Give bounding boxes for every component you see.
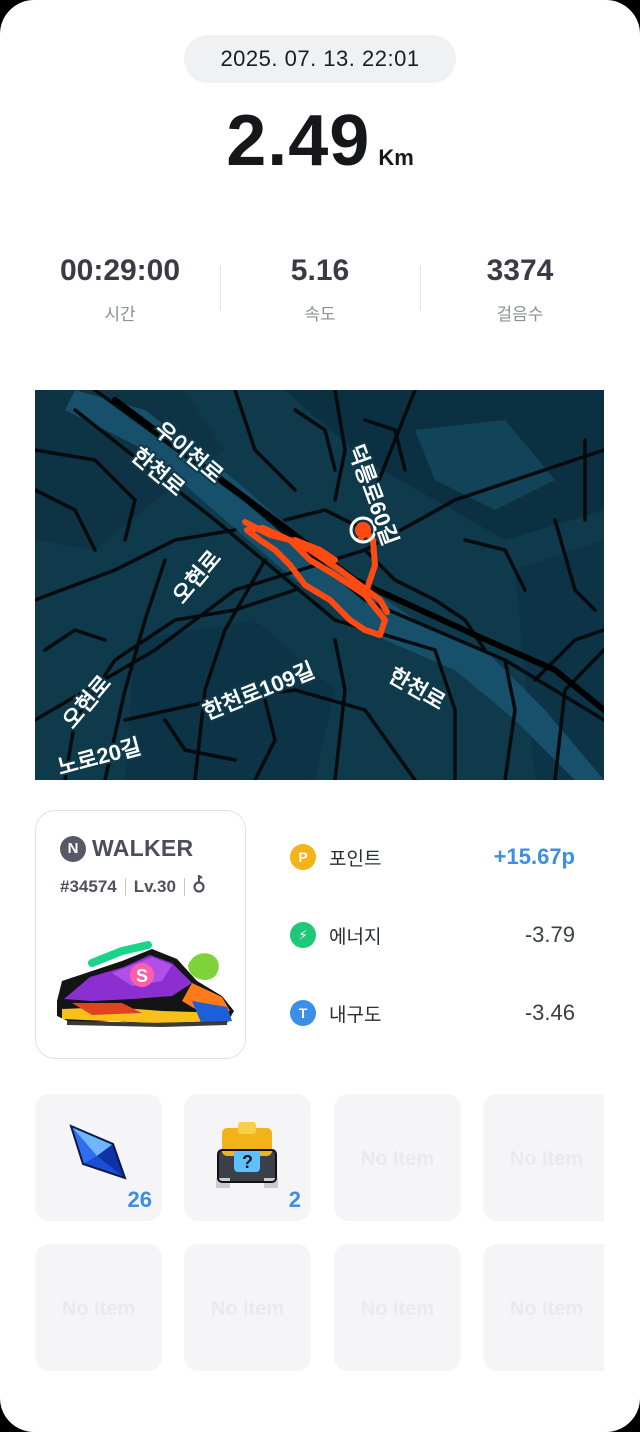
brand-name: WALKER — [92, 835, 194, 861]
shoe-meta: #34574 Lv.30 — [60, 873, 205, 898]
reward-energy: ⚡ 에너지 -3.79 — [290, 915, 580, 955]
route-map-canvas: 우이천로 한천로 오현로 덕릉로60길 한천로109길 한천로 오현로 노로20… — [35, 390, 604, 780]
stat-time-value: 00:29:00 — [59, 254, 181, 287]
stat-steps-value: 3374 — [486, 254, 554, 287]
stats-row: 00:29:00 시간 5.16 속도 3374 걸음수 — [20, 254, 620, 334]
item-slot-empty: No Item — [483, 1094, 604, 1221]
meta-divider — [124, 877, 126, 896]
reward-points-label: 포인트 — [329, 848, 382, 870]
meta-divider — [183, 877, 185, 896]
reward-durability: T 내구도 -3.46 — [290, 993, 580, 1033]
reward-durability-value: -3.46 — [524, 1000, 575, 1025]
empty-slot-label: No Item — [509, 1148, 584, 1170]
empty-slot-label: No Item — [360, 1298, 435, 1320]
distance-display: 2.49 Km — [0, 100, 640, 182]
item-slot[interactable]: 26 — [35, 1094, 162, 1221]
empty-slot-label: No Item — [210, 1298, 285, 1320]
empty-slot-label: No Item — [360, 1148, 435, 1170]
shoe-card[interactable]: N WALKER #34574 Lv.30 S — [35, 810, 246, 1059]
sneaker-image: S — [52, 941, 237, 1036]
durability-icon: T — [290, 1000, 316, 1026]
item-count: 26 — [127, 1187, 152, 1212]
shoe-id: #34574 — [60, 876, 117, 896]
stat-divider — [220, 266, 221, 310]
shoe-level: Lv.30 — [133, 876, 176, 896]
empty-slot-label: No Item — [61, 1298, 136, 1320]
item-count: 2 — [288, 1187, 301, 1212]
brand-badge: N — [60, 835, 86, 862]
distance-unit: Km — [378, 145, 414, 170]
gender-icon — [193, 873, 205, 898]
item-slot-empty: No Item — [483, 1244, 604, 1371]
stat-speed-label: 속도 — [304, 305, 336, 324]
datetime-badge: 2025. 07. 13. 22:01 — [184, 35, 456, 83]
workout-summary-sheet: 2025. 07. 13. 22:01 2.49 Km 00:29:00 시간 … — [0, 0, 640, 1432]
stat-speed: 5.16 속도 — [220, 254, 420, 334]
item-slot-empty: No Item — [334, 1244, 461, 1371]
distance-value: 2.49 — [226, 101, 371, 181]
energy-icon: ⚡ — [290, 922, 316, 948]
shoe-brand: N WALKER — [60, 835, 193, 862]
route-map[interactable]: 우이천로 한천로 오현로 덕릉로60길 한천로109길 한천로 오현로 노로20… — [35, 390, 604, 780]
stat-steps-label: 걸음수 — [496, 305, 544, 324]
mystery-box-icon: ? — [212, 1120, 284, 1197]
stat-time: 00:29:00 시간 — [20, 254, 220, 334]
reward-energy-value: -3.79 — [524, 922, 575, 947]
item-slot-empty: No Item — [334, 1094, 461, 1221]
item-slot[interactable]: ? 2 — [184, 1094, 311, 1221]
stat-speed-value: 5.16 — [290, 254, 350, 287]
reward-durability-label: 내구도 — [329, 1004, 382, 1026]
item-slot-empty: No Item — [184, 1244, 311, 1371]
empty-slot-label: No Item — [509, 1298, 584, 1320]
stat-time-label: 시간 — [104, 305, 136, 324]
item-slot-empty: No Item — [35, 1244, 162, 1371]
reward-energy-label: 에너지 — [329, 926, 382, 948]
svg-text:S: S — [136, 966, 148, 986]
blue-crystal-icon — [63, 1120, 133, 1195]
points-icon: P — [290, 844, 316, 870]
stat-steps: 3374 걸음수 — [420, 254, 620, 334]
stat-divider — [420, 266, 421, 310]
svg-text:?: ? — [242, 1152, 253, 1172]
reward-points-value: +15.67p — [493, 844, 575, 869]
reward-points: P 포인트 +15.67p — [290, 837, 580, 877]
